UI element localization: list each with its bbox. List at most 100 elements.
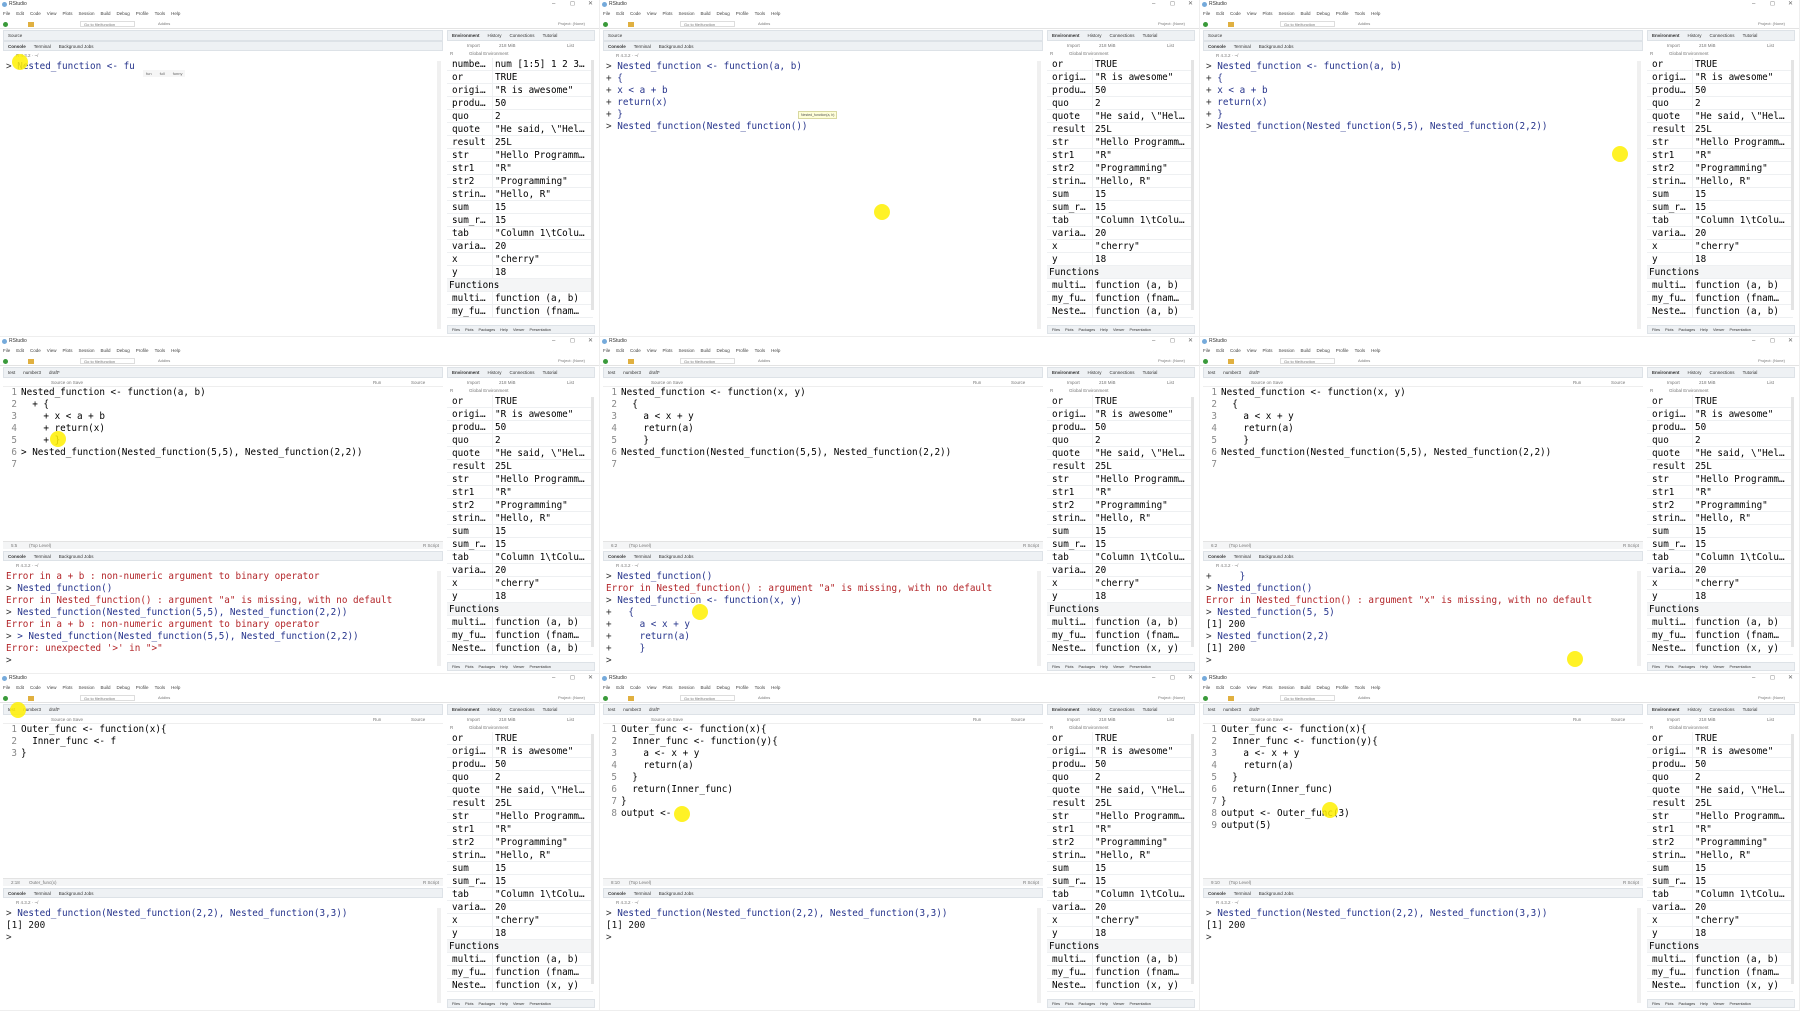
env-tab-1[interactable]: History xyxy=(1688,707,1702,712)
close-button[interactable]: ✕ xyxy=(588,0,593,9)
env-row[interactable]: str1 "R" xyxy=(447,823,593,836)
env-row[interactable]: y 18 xyxy=(1647,590,1793,603)
goto-file-input[interactable]: Go to file/function xyxy=(1280,695,1335,701)
console-tab-0[interactable]: Console xyxy=(8,44,26,49)
source-button[interactable]: Source xyxy=(1611,715,1625,724)
env-row[interactable]: varia… 20 xyxy=(1047,564,1193,577)
menu-help[interactable]: Help xyxy=(1371,347,1380,355)
bottom-tab-plots[interactable]: Plots xyxy=(465,665,473,669)
minimize-button[interactable]: – xyxy=(1752,674,1755,683)
bottom-tab-packages[interactable]: Packages xyxy=(1078,665,1095,669)
env-tab-1[interactable]: History xyxy=(488,33,502,38)
list-view-selector[interactable]: List xyxy=(1767,41,1774,50)
file-type-selector[interactable]: R Script xyxy=(1023,879,1039,887)
console-scrollbar[interactable] xyxy=(437,61,441,329)
menu-profile[interactable]: Profile xyxy=(1336,684,1349,692)
env-function-row[interactable]: my_fu… function (fnam… xyxy=(1047,966,1193,979)
language-selector[interactable]: R xyxy=(450,724,453,732)
menu-session[interactable]: Session xyxy=(679,10,695,18)
console-tab-1[interactable]: Terminal xyxy=(1234,554,1251,559)
file-type-selector[interactable]: R Script xyxy=(1023,542,1039,550)
env-function-row[interactable]: my_fu… function (fnam… xyxy=(447,966,593,979)
scope-selector[interactable]: (Top Level) xyxy=(1229,542,1251,550)
env-row[interactable]: quo 2 xyxy=(1647,97,1793,110)
import-dataset-button[interactable]: Import xyxy=(1667,715,1680,724)
menu-session[interactable]: Session xyxy=(1279,684,1295,692)
env-function-row[interactable]: multi… function (a, b) xyxy=(447,292,593,305)
env-row[interactable]: quo 2 xyxy=(447,771,593,784)
env-function-row[interactable]: Neste… function (a, b) xyxy=(1047,305,1193,318)
env-tab-3[interactable]: Tutorial xyxy=(1143,33,1158,38)
bottom-tab-viewer[interactable]: Viewer xyxy=(513,665,525,669)
env-tab-2[interactable]: Connections xyxy=(1110,370,1135,375)
env-row[interactable]: quo 2 xyxy=(447,110,593,123)
menu-build[interactable]: Build xyxy=(101,684,111,692)
env-row[interactable]: sum 15 xyxy=(1047,188,1193,201)
env-function-row[interactable]: Neste… function (a, b) xyxy=(1647,305,1793,318)
env-row[interactable]: result 25L xyxy=(1047,797,1193,810)
env-tab-0[interactable]: Environment xyxy=(1052,707,1080,712)
env-row[interactable]: str2 "Programming" xyxy=(1647,162,1793,175)
import-dataset-button[interactable]: Import xyxy=(1067,715,1080,724)
env-row[interactable]: x "cherry" xyxy=(447,253,593,266)
env-row[interactable]: str2 "Programming" xyxy=(447,836,593,849)
env-row[interactable]: sum_r… 15 xyxy=(1047,538,1193,551)
bottom-tab-plots[interactable]: Plots xyxy=(1665,1002,1673,1006)
menu-edit[interactable]: Edit xyxy=(616,10,624,18)
menu-debug[interactable]: Debug xyxy=(717,347,730,355)
open-file-icon[interactable] xyxy=(1228,696,1234,701)
goto-file-input[interactable]: Go to file/function xyxy=(680,21,735,27)
env-scrollbar[interactable] xyxy=(591,397,594,647)
env-row[interactable]: y 18 xyxy=(1647,927,1793,940)
global-environment-selector[interactable]: Global Environment xyxy=(1669,724,1709,732)
env-row[interactable]: x "cherry" xyxy=(1647,240,1793,253)
console-tab-1[interactable]: Terminal xyxy=(34,44,51,49)
menu-profile[interactable]: Profile xyxy=(736,347,749,355)
open-file-icon[interactable] xyxy=(28,359,34,364)
env-row[interactable]: sum_r… 15 xyxy=(1047,201,1193,214)
env-row[interactable]: quo 2 xyxy=(1047,97,1193,110)
language-selector[interactable]: R xyxy=(450,387,453,395)
menu-plots[interactable]: Plots xyxy=(1262,10,1272,18)
bottom-tab-viewer[interactable]: Viewer xyxy=(1713,665,1725,669)
menu-profile[interactable]: Profile xyxy=(736,684,749,692)
menu-build[interactable]: Build xyxy=(701,10,711,18)
new-file-icon[interactable] xyxy=(603,696,608,701)
console-tab-0[interactable]: Console xyxy=(608,891,626,896)
bottom-tab-presentation[interactable]: Presentation xyxy=(1730,1002,1751,1006)
env-row[interactable]: quote "He said, \"Hel… xyxy=(1647,447,1793,460)
open-file-icon[interactable] xyxy=(1228,359,1234,364)
source-on-save-checkbox[interactable]: Source on Save xyxy=(51,715,83,724)
env-row[interactable]: strin… "Hello, R" xyxy=(447,512,593,525)
env-row[interactable]: sum 15 xyxy=(447,862,593,875)
env-row[interactable]: sum 15 xyxy=(1047,862,1193,875)
bottom-tab-packages[interactable]: Packages xyxy=(1678,328,1695,332)
env-row[interactable]: quote "He said, \"Hel… xyxy=(447,784,593,797)
env-row[interactable]: result 25L xyxy=(447,797,593,810)
env-row[interactable]: numbe… num [1:5] 1 2 3… xyxy=(447,58,593,71)
env-tab-1[interactable]: History xyxy=(488,370,502,375)
maximize-button[interactable]: ◻ xyxy=(1170,0,1175,9)
menu-view[interactable]: View xyxy=(1247,684,1257,692)
list-view-selector[interactable]: List xyxy=(567,378,574,387)
env-row[interactable]: or TRUE xyxy=(447,71,593,84)
env-row[interactable]: sum 15 xyxy=(447,525,593,538)
bottom-tab-help[interactable]: Help xyxy=(1700,1002,1708,1006)
goto-file-input[interactable]: Go to file/function xyxy=(80,21,135,27)
env-function-row[interactable]: Neste… function (x, y) xyxy=(1647,979,1793,992)
env-row[interactable]: or TRUE xyxy=(447,395,593,408)
bottom-tab-plots[interactable]: Plots xyxy=(1065,1002,1073,1006)
menu-code[interactable]: Code xyxy=(630,684,641,692)
env-row[interactable]: y 18 xyxy=(447,927,593,940)
console-tab-0[interactable]: Console xyxy=(608,554,626,559)
env-row[interactable]: tab "Column 1\tColu… xyxy=(1047,551,1193,564)
source-tab[interactable]: test xyxy=(1208,370,1215,375)
bottom-tab-files[interactable]: Files xyxy=(1052,1002,1060,1006)
menu-build[interactable]: Build xyxy=(101,347,111,355)
bottom-tab-files[interactable]: Files xyxy=(1652,665,1660,669)
bottom-tab-viewer[interactable]: Viewer xyxy=(1713,1002,1725,1006)
env-row[interactable]: origi… "R is awesome" xyxy=(1647,745,1793,758)
env-function-row[interactable]: multi… function (a, b) xyxy=(1047,279,1193,292)
env-tab-0[interactable]: Environment xyxy=(452,370,480,375)
language-selector[interactable]: R xyxy=(1050,387,1053,395)
